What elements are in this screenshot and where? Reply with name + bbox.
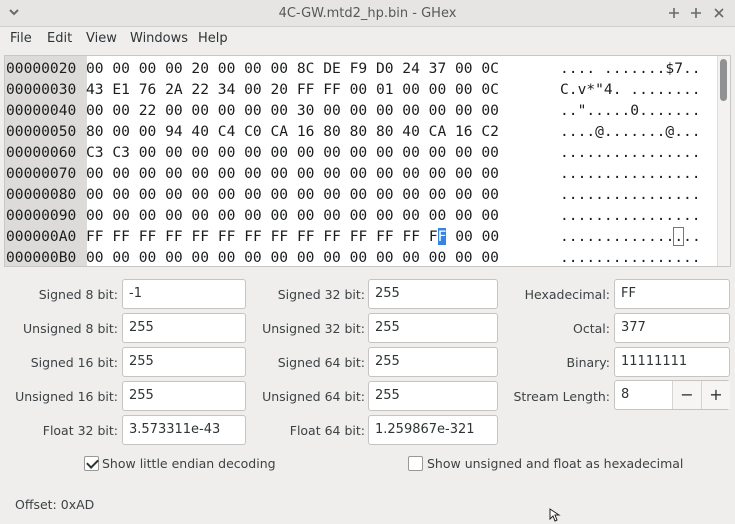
row-ascii[interactable]: ..".....0....... [560, 100, 701, 121]
hexadecimal-label: Hexadecimal: [524, 287, 610, 302]
row-ascii[interactable]: ................ [560, 184, 701, 205]
title-bar: 4C-GW.mtd2_hp.bin - GHex [0, 0, 735, 27]
hex-row[interactable]: 00000090 00 00 00 00 00 00 00 00 00 00 00… [5, 205, 717, 226]
row-ascii[interactable]: .... .......$7.. [560, 58, 701, 79]
little-endian-checkbox[interactable] [84, 456, 99, 471]
octal-label: Octal: [573, 321, 610, 336]
row-hex-bytes[interactable]: 00 00 00 00 20 00 00 00 8C DE F9 D0 24 3… [86, 58, 499, 79]
row-offset: 00000070 [6, 165, 77, 182]
float-32-field[interactable]: 3.573311e-43 [122, 415, 246, 445]
hex-row[interactable]: 00000020 00 00 00 00 20 00 00 00 8C DE F9… [5, 58, 717, 79]
hex-row[interactable]: 000000A0 FF FF FF FF FF FF FF FF FF FF FF… [5, 226, 717, 247]
hex-row[interactable]: 00000050 80 00 00 94 40 C4 C0 CA 16 80 80… [5, 121, 717, 142]
float-32-label: Float 32 bit: [42, 423, 118, 438]
unsigned-64-label: Unsigned 64 bit: [262, 389, 365, 404]
stream-length-label: Stream Length: [513, 389, 610, 404]
hexadecimal-field[interactable]: FF [614, 279, 730, 309]
hex-row[interactable]: 00000080 00 00 00 00 00 00 00 00 00 00 00… [5, 184, 717, 205]
stream-length-decrement-button[interactable]: − [672, 381, 701, 409]
close-icon [714, 8, 724, 18]
row-hex-bytes[interactable]: 00 00 22 00 00 00 00 00 30 00 00 00 00 0… [86, 100, 499, 121]
unsigned-8-field[interactable]: 255 [122, 313, 246, 343]
row-hex-bytes[interactable]: 00 00 00 00 00 00 00 00 00 00 00 00 00 0… [86, 205, 499, 226]
unsigned-16-label: Unsigned 16 bit: [15, 389, 118, 404]
row-offset: 00000080 [6, 186, 77, 203]
row-offset: 00000060 [6, 144, 77, 161]
row-offset: 00000040 [6, 102, 77, 119]
hex-row[interactable]: 00000030 43 E1 76 2A 22 34 00 20 FF FF 00… [5, 79, 717, 100]
octal-field[interactable]: 377 [614, 313, 730, 343]
menu-view[interactable]: View [86, 29, 117, 48]
minimize-icon [669, 8, 679, 18]
hex-row[interactable]: 00000060 C3 C3 00 00 00 00 00 00 00 00 00… [5, 142, 717, 163]
menu-help[interactable]: Help [198, 29, 228, 48]
float-64-label: Float 64 bit: [289, 423, 365, 438]
status-offset: Offset: 0xAD [15, 497, 95, 512]
row-ascii[interactable]: ................ [560, 247, 701, 266]
scrollbar-thumb[interactable] [720, 59, 727, 101]
row-hex-bytes[interactable]: 43 E1 76 2A 22 34 00 20 FF FF 00 01 00 0… [86, 79, 499, 100]
hex-editor-view[interactable]: 00000020 00 00 00 00 20 00 00 00 8C DE F9… [4, 55, 731, 267]
selected-nibble[interactable]: F [437, 228, 447, 245]
row-hex-bytes[interactable]: C3 C3 00 00 00 00 00 00 00 00 00 00 00 0… [86, 142, 499, 163]
close-button[interactable] [710, 4, 728, 22]
signed-64-field[interactable]: 255 [368, 347, 498, 377]
menu-edit[interactable]: Edit [47, 29, 72, 48]
row-hex-bytes[interactable]: 00 00 00 00 00 00 00 00 00 00 00 00 00 0… [86, 163, 499, 184]
row-hex-bytes[interactable]: 00 00 00 00 00 00 00 00 00 00 00 00 00 0… [86, 247, 499, 266]
maximize-icon [691, 8, 701, 18]
row-offset: 000000B0 [6, 249, 77, 266]
unsigned-hex-checkbox[interactable] [408, 456, 423, 471]
row-hex-bytes[interactable]: FF FF FF FF FF FF FF FF FF FF FF FF FF F… [86, 226, 499, 247]
unsigned-64-field[interactable]: 255 [368, 381, 498, 411]
binary-label: Binary: [566, 355, 610, 370]
signed-8-field[interactable]: -1 [122, 279, 246, 309]
row-hex-bytes[interactable]: 00 00 00 00 00 00 00 00 00 00 00 00 00 0… [86, 184, 499, 205]
hex-row[interactable]: 00000070 00 00 00 00 00 00 00 00 00 00 00… [5, 163, 717, 184]
signed-8-label: Signed 8 bit: [38, 287, 118, 302]
hex-row[interactable]: 000000B0 00 00 00 00 00 00 00 00 00 00 00… [5, 247, 717, 266]
window-title: 4C-GW.mtd2_hp.bin - GHex [278, 6, 457, 21]
row-offset: 00000090 [6, 207, 77, 224]
row-ascii[interactable]: ................ [560, 163, 701, 184]
hex-row[interactable]: 00000040 00 00 22 00 00 00 00 00 30 00 00… [5, 100, 717, 121]
little-endian-label[interactable]: Show little endian decoding [102, 456, 276, 471]
row-ascii[interactable]: ................ [560, 226, 701, 247]
unsigned-32-field[interactable]: 255 [368, 313, 498, 343]
data-converter-panel: Signed 8 bit: -1 Unsigned 8 bit: 255 Sig… [0, 270, 735, 524]
unsigned-8-label: Unsigned 8 bit: [23, 321, 118, 336]
signed-64-label: Signed 64 bit: [277, 355, 365, 370]
binary-field[interactable]: 11111111 [614, 347, 730, 377]
row-ascii[interactable]: ................ [560, 205, 701, 226]
maximize-button[interactable] [687, 4, 705, 22]
menu-file[interactable]: File [10, 29, 32, 48]
minimize-button[interactable] [665, 4, 683, 22]
vertical-scrollbar[interactable] [717, 56, 730, 266]
unsigned-32-label: Unsigned 32 bit: [262, 321, 365, 336]
unsigned-16-field[interactable]: 255 [122, 381, 246, 411]
stream-length-value[interactable]: 8 [621, 381, 629, 409]
row-hex-bytes[interactable]: 80 00 00 94 40 C4 C0 CA 16 80 80 80 40 C… [86, 121, 499, 142]
row-offset: 00000030 [6, 81, 77, 98]
menu-bar: File Edit View Windows Help [0, 27, 735, 50]
signed-32-field[interactable]: 255 [368, 279, 498, 309]
signed-16-field[interactable]: 255 [122, 347, 246, 377]
row-offset: 00000020 [6, 60, 77, 77]
row-ascii[interactable]: C.v*"4. ........ [560, 79, 701, 100]
stream-length-increment-button[interactable]: + [701, 381, 730, 409]
signed-16-label: Signed 16 bit: [30, 355, 118, 370]
stream-length-stepper: 8 − + [614, 380, 730, 410]
unsigned-hex-label[interactable]: Show unsigned and float as hexadecimal [427, 456, 683, 471]
row-offset: 000000A0 [6, 228, 77, 245]
ascii-cursor[interactable]: . [673, 227, 685, 246]
float-64-field[interactable]: 1.259867e-321 [368, 415, 498, 445]
menu-windows[interactable]: Windows [130, 29, 188, 48]
row-ascii[interactable]: ....@.......@... [560, 121, 701, 142]
signed-32-label: Signed 32 bit: [277, 287, 365, 302]
row-offset: 00000050 [6, 123, 77, 140]
mouse-pointer-icon [549, 508, 561, 522]
row-ascii[interactable]: ................ [560, 142, 701, 163]
